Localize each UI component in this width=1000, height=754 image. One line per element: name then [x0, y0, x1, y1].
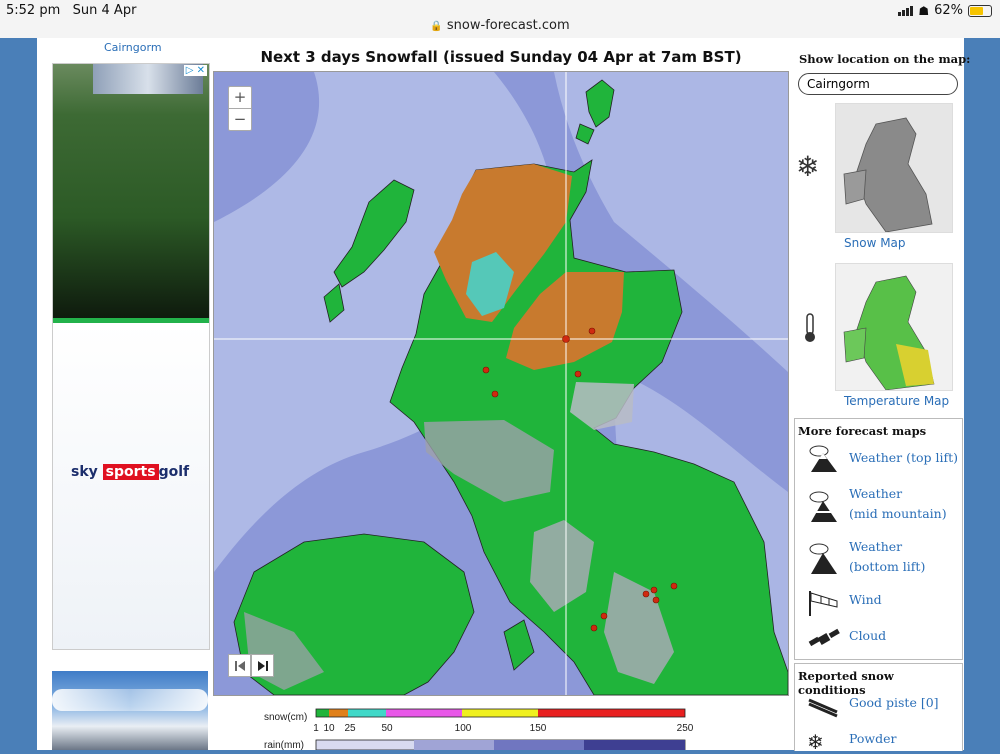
scotland-snowfall-svg: [214, 72, 788, 695]
previous-frame-button[interactable]: [228, 654, 251, 677]
resort-photo[interactable]: [52, 671, 208, 750]
skip-back-icon: [234, 660, 245, 671]
snow-map-graphic: [836, 104, 952, 232]
url-bar[interactable]: 🔒 snow-forecast.com: [0, 18, 1000, 33]
lock-icon: 🔒: [430, 21, 443, 32]
powder-link[interactable]: Powder: [849, 729, 897, 749]
weather-bottom-label: Weather: [849, 539, 903, 554]
legend-tick-100: 100: [455, 723, 472, 734]
logo-golf: golf: [158, 464, 190, 480]
status-time: 5:52 pm Sun 4 Apr: [6, 3, 136, 18]
weather-mid-sublabel: (mid mountain): [849, 506, 947, 521]
good-piste-label: Good piste [0]: [849, 695, 939, 710]
weather-mid-mountain-icon: [807, 489, 841, 527]
snow-map-link[interactable]: Snow Map: [844, 236, 906, 250]
skip-forward-icon: [257, 660, 268, 671]
wind-label: Wind: [849, 592, 882, 607]
legend-tick-50: 50: [381, 723, 393, 734]
clock: 5:52 pm: [6, 3, 61, 18]
adchoices-icon[interactable]: ▷ ✕: [183, 65, 207, 76]
ad-image: [53, 64, 209, 319]
temperature-map-graphic: [836, 264, 952, 390]
powder-snowflake-icon: ❄: [807, 730, 824, 754]
legend-tick-150: 150: [530, 723, 547, 734]
location-caption[interactable]: Cairngorm: [104, 41, 162, 54]
snowflake-icon: ❄: [796, 150, 820, 183]
location-input[interactable]: [798, 73, 958, 95]
powder-label: Powder: [849, 731, 897, 746]
status-bar: 5:52 pm Sun 4 Apr 🔒 snow-forecast.com ☗ …: [0, 0, 1000, 38]
more-maps-heading: More forecast maps: [798, 424, 927, 438]
date: Sun 4 Apr: [72, 3, 137, 18]
weather-bottom-lift-icon: [807, 541, 841, 579]
logo-sky: sky: [71, 464, 98, 480]
weather-top-lift-label: Weather (top lift): [849, 450, 959, 465]
logo-sports: sports: [102, 464, 159, 480]
cloud-link[interactable]: Cloud: [849, 626, 886, 646]
next-frame-button[interactable]: [251, 654, 274, 677]
snow-map-thumbnail[interactable]: [835, 103, 953, 233]
thermometer-icon: [803, 312, 815, 342]
good-piste-link[interactable]: Good piste [0]: [849, 693, 939, 713]
legend-tick-1: 1: [313, 723, 319, 734]
wifi-icon: ☗: [918, 3, 930, 18]
sky-sports-golf-logo: sky sports golf: [71, 464, 189, 480]
weather-top-lift-link[interactable]: Weather (top lift): [849, 448, 958, 468]
windsock-icon: [807, 589, 841, 621]
map-title: Next 3 days Snowfall (issued Sunday 04 A…: [260, 48, 742, 66]
battery-icon: [968, 4, 992, 17]
map-legend: snow(cm) 1 10 25 50 100 150 250 rain(mm): [214, 696, 788, 751]
weather-bottom-lift-link[interactable]: Weather (bottom lift): [849, 537, 925, 577]
legend-rain-label: rain(mm): [264, 740, 304, 750]
legend-tick-25: 25: [344, 723, 356, 734]
skis-icon: [807, 694, 841, 722]
show-location-label: Show location on the map:: [799, 52, 971, 66]
zoom-out-button[interactable]: −: [229, 108, 251, 130]
temperature-map-thumbnail[interactable]: [835, 263, 953, 391]
advertisement[interactable]: ▷ ✕ sky sports golf: [52, 63, 210, 650]
satellite-icon: [807, 625, 841, 657]
legend-scale: snow(cm) 1 10 25 50 100 150 250 rain(mm): [264, 708, 694, 751]
zoom-in-button[interactable]: +: [229, 87, 251, 108]
legend-snow-label: snow(cm): [264, 712, 307, 723]
legend-tick-250: 250: [677, 723, 694, 734]
temperature-map-link[interactable]: Temperature Map: [844, 394, 949, 408]
weather-mid-mountain-link[interactable]: Weather (mid mountain): [849, 484, 947, 524]
signal-icon: [898, 5, 914, 16]
weather-top-lift-icon: [807, 443, 841, 477]
more-forecast-maps-panel: More forecast maps Weather (top lift) We…: [794, 418, 963, 660]
url-text: snow-forecast.com: [446, 18, 570, 33]
battery-percent: 62%: [934, 3, 963, 18]
status-indicators: ☗ 62%: [898, 3, 992, 18]
zoom-control: + −: [228, 86, 252, 131]
reported-snow-conditions-panel: Reported snow conditions Good piste [0] …: [794, 663, 963, 754]
weather-mid-label: Weather: [849, 486, 903, 501]
cloud-label: Cloud: [849, 628, 887, 643]
weather-bottom-sublabel: (bottom lift): [849, 559, 926, 574]
legend-tick-10: 10: [323, 723, 335, 734]
wind-link[interactable]: Wind: [849, 590, 882, 610]
ad-lower-panel: [53, 323, 209, 649]
snowfall-map[interactable]: [213, 71, 789, 696]
